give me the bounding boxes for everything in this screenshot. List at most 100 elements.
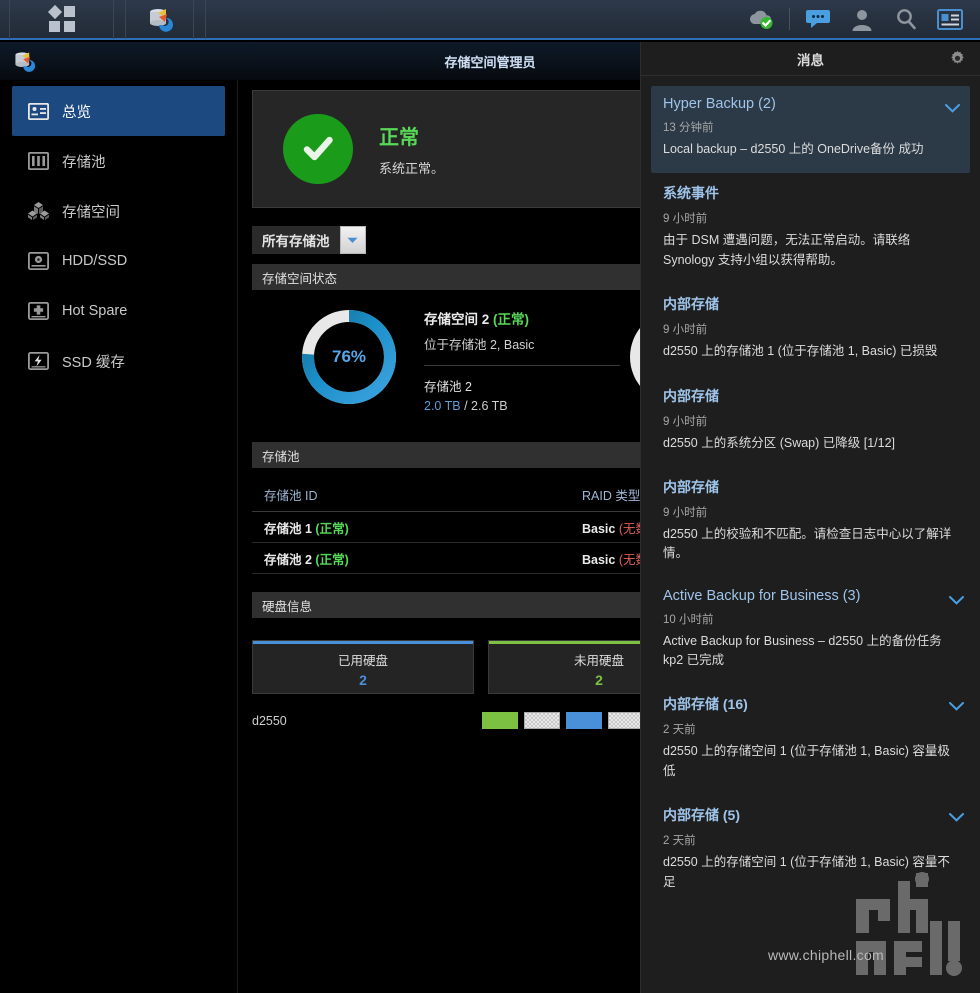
disk-slot-4[interactable] [608, 712, 644, 729]
sidebar: 总览 存储池 存储空间 HDD/SSD Hot Spare SSD 缓存 [0, 80, 238, 993]
notification-title: 内部存储 [663, 296, 719, 313]
notification-title: 内部存储 (16) [663, 696, 748, 713]
notification-item-internal-storage-1[interactable]: 内部存储 9 小时前 d2550 上的存储池 1 (位于存储池 1, Basic… [641, 284, 980, 375]
notification-title: 内部存储 [663, 387, 719, 404]
volume-usage-donut: 76% [296, 304, 402, 410]
gear-icon[interactable] [949, 50, 966, 70]
user-account-icon[interactable] [840, 0, 884, 39]
notification-item-internal-storage-3[interactable]: 内部存储 9 小时前 d2550 上的校验和不匹配。请检查日志中心以了解详情。 [641, 467, 980, 578]
notification-title: Hyper Backup (2) [663, 96, 776, 112]
notification-list: Hyper Backup (2) 13 分钟前 Local backup – d… [641, 76, 980, 906]
app-launcher-button[interactable] [10, 0, 114, 39]
notification-item-hyper-backup[interactable]: Hyper Backup (2) 13 分钟前 Local backup – d… [651, 86, 970, 174]
search-icon[interactable] [884, 0, 928, 39]
pool-status: (正常) [315, 552, 349, 567]
hot-spare-icon [26, 299, 50, 323]
notification-time: 9 小时前 [663, 506, 708, 519]
disk-slot-2[interactable] [524, 712, 560, 729]
column-header-pool-id: 存储池 ID [264, 489, 318, 503]
used-disks-card[interactable]: 已用硬盘 2 [252, 640, 474, 694]
notification-item-system-event[interactable]: 系统事件 9 小时前 由于 DSM 遭遇问题，无法正常启动。请联络 Synolo… [641, 173, 980, 284]
sidebar-item-hot-spare[interactable]: Hot Spare [12, 286, 225, 336]
status-subtext: 系统正常。 [379, 161, 445, 176]
window-title: 存储空间管理员 [444, 54, 536, 70]
volume-location: 位于存储池 2, Basic [424, 338, 535, 352]
notification-time: 2 天前 [663, 835, 696, 848]
taskbar-separator [114, 0, 126, 39]
sidebar-item-ssd-cache[interactable]: SSD 缓存 [12, 336, 225, 386]
used-disks-value: 2 [359, 672, 367, 688]
chevron-down-icon[interactable] [945, 100, 960, 118]
notification-item-internal-storage-2[interactable]: 内部存储 9 小时前 d2550 上的系统分区 (Swap) 已降级 [1/12… [641, 376, 980, 467]
cloud-sync-ok-icon[interactable] [739, 0, 783, 39]
notification-message: 由于 DSM 遭遇问题，无法正常启动。请联络 Synology 支持小组以获得帮… [663, 233, 911, 267]
storage-pool-icon [26, 149, 50, 173]
widgets-icon[interactable] [928, 0, 972, 39]
sidebar-item-volume[interactable]: 存储空间 [12, 186, 225, 236]
volume-status: (正常) [493, 312, 530, 327]
volume-pool-name: 存储池 2 [424, 380, 472, 394]
section-title: 存储池 [262, 449, 300, 464]
tray-divider [789, 8, 790, 30]
notification-panel-title: 消息 [797, 52, 824, 68]
check-circle-icon [283, 114, 353, 184]
chevron-down-icon[interactable] [949, 592, 964, 610]
taskbar-tray [739, 0, 980, 39]
enclosure-name: d2550 [252, 713, 287, 728]
notification-title: 内部存储 [663, 478, 719, 495]
chevron-down-icon[interactable] [339, 226, 366, 254]
disk-slot-1[interactable] [482, 712, 518, 729]
divider [424, 365, 620, 366]
sidebar-item-storage-pool[interactable]: 存储池 [12, 136, 225, 186]
sidebar-item-label: 总览 [62, 104, 91, 121]
sidebar-item-label: SSD 缓存 [62, 354, 125, 371]
notification-item-internal-storage-5[interactable]: 内部存储 (5) 2 天前 d2550 上的存储空间 1 (位于存储池 1, B… [641, 795, 980, 906]
hdd-icon [26, 249, 50, 273]
notification-item-internal-storage-16[interactable]: 内部存储 (16) 2 天前 d2550 上的存储空间 1 (位于存储池 1, … [641, 684, 980, 795]
notification-message: Local backup – d2550 上的 OneDrive备份 成功 [663, 142, 924, 156]
ssd-cache-icon [26, 349, 50, 373]
pool-status: (正常) [315, 521, 349, 536]
notification-message: d2550 上的系统分区 (Swap) 已降级 [1/12] [663, 435, 896, 450]
notification-item-active-backup[interactable]: Active Backup for Business (3) 10 小时前 Ac… [641, 578, 980, 685]
volume-details: 存储空间 2 (正常) 位于存储池 2, Basic 存储池 2 2.0 TB … [424, 308, 654, 413]
overview-icon [26, 99, 50, 123]
volume-capacity: 2.0 TB / 2.6 TB [424, 399, 508, 413]
storage-manager-icon [12, 49, 36, 73]
sidebar-item-overview[interactable]: 总览 [12, 86, 225, 136]
sidebar-item-label: HDD/SSD [62, 253, 128, 269]
notification-panel-header: 消息 [641, 42, 980, 76]
notification-time: 9 小时前 [663, 213, 708, 226]
sidebar-item-hdd-ssd[interactable]: HDD/SSD [12, 236, 225, 286]
app-grid-icon [47, 4, 75, 32]
card-accent-bar [253, 641, 473, 644]
volume-title: 存储空间 2 (正常) [424, 308, 654, 328]
pool-filter-label: 所有存储池 [252, 226, 340, 254]
volume-used: 2.0 TB [424, 399, 461, 413]
volume-icon [26, 199, 50, 223]
notifications-chat-icon[interactable] [796, 0, 840, 39]
screen: 存储空间管理员 总览 存储池 存储空间 HDD/SSD Hot Spare SS… [0, 0, 980, 993]
notification-panel: 消息 Hyper Backup (2) 13 分钟前 Local backup … [640, 42, 980, 993]
storage-manager-icon [149, 9, 173, 32]
taskbar-app-storage-manager[interactable] [126, 0, 194, 39]
sidebar-item-label: 存储空间 [62, 204, 120, 221]
notification-time: 9 小时前 [663, 324, 708, 337]
disk-slot-3[interactable] [566, 712, 602, 729]
sidebar-item-label: 存储池 [62, 154, 106, 171]
watermark-url: www.chiphell.com [767, 947, 884, 963]
volume-usage-percent: 76% [331, 347, 367, 366]
notification-time: 10 小时前 [663, 613, 714, 626]
desktop-taskbar [0, 0, 980, 40]
volume-total: 2.6 TB [471, 399, 508, 413]
volume-name: 存储空间 2 [424, 312, 490, 327]
notification-message: d2550 上的校验和不匹配。请检查日志中心以了解详情。 [663, 526, 952, 561]
notification-title: 内部存储 (5) [663, 807, 740, 824]
pool-id: 存储池 1 [264, 521, 312, 536]
chevron-down-icon[interactable] [949, 698, 964, 716]
system-status-text: 正常 系统正常。 [379, 121, 444, 177]
notification-message: d2550 上的存储空间 1 (位于存储池 1, Basic) 容量不足 [663, 855, 950, 889]
chevron-down-icon[interactable] [949, 809, 964, 827]
raid-type: Basic [582, 552, 616, 567]
pool-filter-dropdown[interactable]: 所有存储池 [252, 226, 366, 254]
